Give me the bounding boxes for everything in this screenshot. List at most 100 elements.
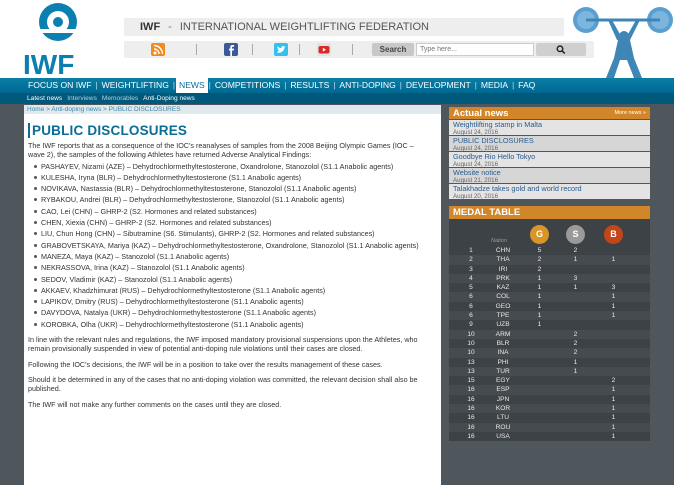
breadcrumb[interactable]: Home > Anti-doping news > PUBLIC DISCLOS… bbox=[24, 105, 441, 114]
org-full-name: INTERNATIONAL WEIGHTLIFTING FEDERATION bbox=[179, 21, 429, 33]
toolbar-divider bbox=[196, 44, 197, 55]
page-title: PUBLIC DISCLOSURES bbox=[28, 123, 441, 138]
list-item: KOROBKA, Olha (UKR) – Dehydrochlormethyl… bbox=[30, 320, 431, 329]
logo-text: IWF bbox=[23, 49, 74, 76]
facebook-icon[interactable] bbox=[224, 43, 238, 56]
nation-cell[interactable]: UZB bbox=[487, 320, 519, 329]
silver-count: 1 bbox=[573, 284, 578, 292]
youtube-icon[interactable] bbox=[317, 43, 331, 56]
news-title[interactable]: Weightlifting stamp in Malta bbox=[453, 121, 646, 129]
rank-cell: 9 bbox=[469, 321, 473, 329]
nav-development[interactable]: DEVELOPMENT bbox=[403, 78, 474, 93]
nation-cell[interactable]: KOR bbox=[487, 404, 519, 413]
rank-cell: 13 bbox=[467, 367, 475, 375]
iwf-logo[interactable]: IWF bbox=[22, 2, 102, 76]
bronze-count: 1 bbox=[611, 405, 616, 413]
title-separator: - bbox=[168, 21, 172, 33]
news-title[interactable]: Website notice bbox=[453, 169, 646, 177]
nation-cell[interactable]: EGY bbox=[487, 376, 519, 385]
table-row: 16 USA 1 bbox=[449, 432, 650, 441]
table-row: 6 TPE 1 1 bbox=[449, 311, 650, 321]
twitter-icon[interactable] bbox=[274, 43, 288, 56]
rss-icon[interactable] bbox=[151, 43, 165, 56]
nation-cell[interactable]: ESP bbox=[487, 385, 519, 394]
nation-cell[interactable]: KAZ bbox=[487, 283, 519, 292]
subnav-anti-doping-news[interactable]: Anti-Doping news bbox=[143, 95, 195, 102]
more-news-link[interactable]: More news » bbox=[615, 110, 647, 116]
gold-count: 1 bbox=[537, 312, 542, 320]
nav-results[interactable]: RESULTS bbox=[287, 78, 332, 93]
subnav-latest-news[interactable]: Latest news bbox=[27, 95, 62, 102]
nation-cell[interactable]: PHI bbox=[487, 358, 519, 367]
medal-table-title: MEDAL TABLE bbox=[449, 206, 650, 219]
silver-count: 1 bbox=[573, 256, 578, 264]
nav-competitions[interactable]: COMPETITIONS bbox=[212, 78, 283, 93]
rank-cell: 6 bbox=[469, 312, 473, 320]
table-row: 10 ARM 2 bbox=[449, 329, 650, 339]
bronze-count: 1 bbox=[611, 386, 616, 394]
news-item[interactable]: Goodbye Rio Hello Tokyo August 24, 2016 bbox=[449, 152, 650, 168]
gold-count: 1 bbox=[537, 293, 542, 301]
nation-cell[interactable]: INA bbox=[487, 348, 519, 357]
nation-cell[interactable]: TPE bbox=[487, 311, 519, 320]
news-item[interactable]: Website notice August 21, 2016 bbox=[449, 168, 650, 184]
nation-cell[interactable]: ROU bbox=[487, 423, 519, 432]
news-title[interactable]: PUBLIC DISCLOSURES bbox=[453, 137, 646, 145]
search-input[interactable] bbox=[416, 43, 534, 56]
list-item: LAPIKOV, Dmitry (RUS) – Dehydrochlormeth… bbox=[30, 297, 431, 306]
silver-count: 2 bbox=[573, 330, 578, 338]
rank-cell: 2 bbox=[469, 256, 473, 264]
nation-cell[interactable]: LTU bbox=[487, 413, 519, 422]
news-date: August 24, 2016 bbox=[453, 161, 499, 168]
nation-cell[interactable]: USA bbox=[487, 432, 519, 441]
rank-cell: 6 bbox=[469, 293, 473, 301]
table-row: 2 THA 2 1 1 bbox=[449, 255, 650, 265]
table-row: 13 TUR 1 bbox=[449, 366, 650, 377]
nation-cell[interactable]: PRK bbox=[487, 274, 519, 283]
sidebar: Actual news More news » Weightlifting st… bbox=[449, 107, 650, 442]
table-row: 16 KOR 1 bbox=[449, 404, 650, 414]
nav-weightlifting[interactable]: WEIGHTLIFTING bbox=[99, 78, 172, 93]
news-item[interactable]: PUBLIC DISCLOSURES August 24, 2016 bbox=[449, 136, 650, 152]
nation-cell[interactable]: CHN bbox=[487, 246, 519, 255]
news-title[interactable]: Talakhadze takes gold and world record bbox=[453, 185, 646, 193]
rank-cell: 1 bbox=[469, 247, 473, 254]
list-item: PASHAYEV, Nizami (AZE) – Dehydrochlormet… bbox=[30, 162, 431, 171]
table-row: 16 LTU 1 bbox=[449, 413, 650, 422]
medal-table: MEDAL TABLE Nation G S B 1 CHN 5 2 2 THA 2 1 1 3 I… bbox=[449, 206, 650, 442]
news-date: August 24, 2016 bbox=[453, 129, 499, 136]
table-row: 10 BLR 2 bbox=[449, 339, 650, 348]
nation-cell[interactable]: THA bbox=[487, 255, 519, 264]
gold-count: 2 bbox=[537, 265, 542, 273]
article-paragraph: The IWF will not make any further commen… bbox=[28, 399, 282, 409]
nation-cell[interactable]: TUR bbox=[487, 367, 519, 376]
article-paragraph: Following the IOC's decisions, the IWF w… bbox=[28, 359, 383, 369]
news-item[interactable]: Weightlifting stamp in Malta August 24, … bbox=[449, 120, 650, 136]
nav-media[interactable]: MEDIA bbox=[478, 78, 511, 93]
list-item: DAVYDOVA, Natalya (UKR) – Dehydrochlorme… bbox=[30, 308, 431, 317]
nav-focus-on-iwf[interactable]: FOCUS ON IWF bbox=[25, 78, 95, 93]
list-item: NEKRASSOVA, Irina (KAZ) – Stanozolol (S1… bbox=[30, 263, 431, 272]
news-item[interactable]: Talakhadze takes gold and world record A… bbox=[449, 184, 650, 200]
bronze-count: 2 bbox=[611, 377, 616, 385]
table-row: 16 ROU 1 bbox=[449, 422, 650, 432]
utility-bar: Search bbox=[124, 41, 594, 58]
nation-cell[interactable]: JPN bbox=[487, 395, 519, 404]
nav-faq[interactable]: FAQ bbox=[515, 78, 538, 93]
nav-news[interactable]: NEWS bbox=[175, 78, 208, 93]
nation-cell[interactable]: ARM bbox=[487, 330, 519, 339]
nation-cell[interactable]: IRI bbox=[487, 265, 519, 274]
nation-cell[interactable]: GEO bbox=[487, 302, 519, 311]
nav-anti-doping[interactable]: ANTI-DOPING bbox=[336, 78, 398, 93]
silver-medal-icon: S bbox=[566, 225, 585, 244]
news-title[interactable]: Goodbye Rio Hello Tokyo bbox=[453, 153, 646, 161]
article-panel: Home > Anti-doping news > PUBLIC DISCLOS… bbox=[24, 105, 441, 485]
list-item: MANEZA, Maya (KAZ) – Stanozolol (S1.1 An… bbox=[30, 252, 431, 261]
nation-cell[interactable]: BLR bbox=[487, 339, 519, 348]
subnav-interviews[interactable]: Interviews bbox=[67, 95, 97, 102]
bronze-count: 3 bbox=[611, 284, 616, 292]
list-item: NOVIKAVA, Nastassia (BLR) – Dehydrochlor… bbox=[30, 184, 431, 193]
list-item: KULESHA, Iryna (BLR) – Dehydrochlormethy… bbox=[30, 173, 431, 182]
nation-cell[interactable]: COL bbox=[487, 292, 519, 301]
subnav-memorables[interactable]: Memorables bbox=[102, 95, 138, 102]
